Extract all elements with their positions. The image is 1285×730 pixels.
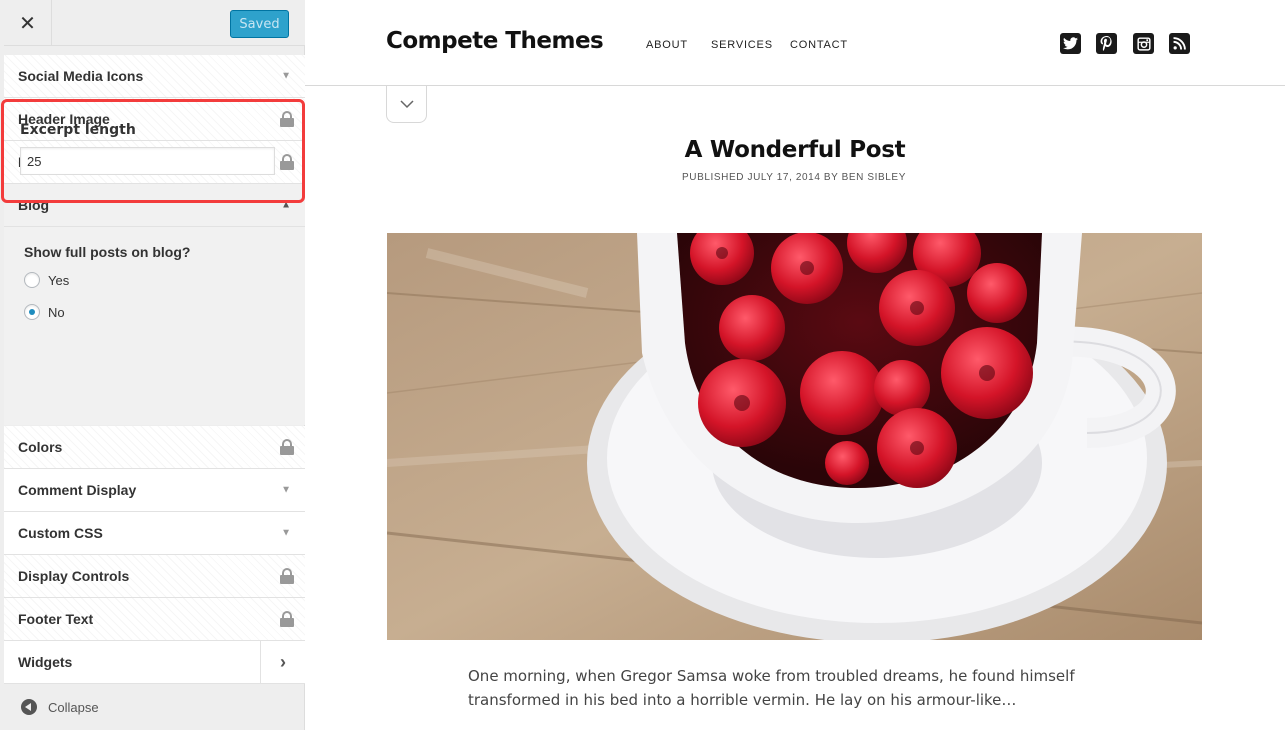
lock-icon: [280, 611, 294, 627]
section-social-media-icons[interactable]: Social Media Icons ▼: [4, 55, 305, 98]
full-posts-question: Show full posts on blog?: [24, 244, 191, 260]
chevron-right-icon[interactable]: ›: [260, 641, 305, 683]
radio-no-label: No: [48, 304, 65, 320]
section-widgets[interactable]: Widgets ›: [4, 641, 305, 684]
rss-icon[interactable]: [1169, 33, 1190, 54]
customizer-sidebar: ✕ Saved Social Media Icons ▼ Header Imag…: [0, 0, 305, 730]
close-icon: ✕: [19, 11, 36, 35]
chevron-down-icon: [399, 99, 414, 108]
nav-about[interactable]: ABOUT: [646, 39, 688, 51]
section-label: Custom CSS: [18, 525, 103, 541]
section-custom-css[interactable]: Custom CSS ▼: [4, 512, 305, 555]
section-label: Widgets: [18, 654, 73, 670]
section-label: Display Controls: [18, 568, 130, 584]
site-header: Compete Themes ABOUT SERVICES CONTACT: [305, 0, 1285, 86]
section-label: Social Media Icons: [18, 68, 144, 84]
pinterest-icon[interactable]: [1096, 33, 1117, 54]
sidebar-header: ✕ Saved: [4, 0, 305, 46]
post-meta: PUBLISHED JULY 17, 2014 BY BEN SIBLEY: [682, 172, 906, 183]
site-title[interactable]: Compete Themes: [386, 28, 604, 54]
radio-yes[interactable]: Yes: [24, 272, 69, 288]
caret-down-icon: ▼: [281, 527, 291, 539]
radio-button[interactable]: [24, 272, 40, 288]
section-comment-display[interactable]: Comment Display ▼: [4, 469, 305, 512]
collapse-button[interactable]: Collapse: [4, 684, 305, 730]
section-label: Colors: [18, 439, 63, 455]
close-button[interactable]: ✕: [4, 0, 52, 46]
nav-contact[interactable]: CONTACT: [790, 39, 848, 51]
post-title[interactable]: A Wonderful Post: [305, 137, 1285, 163]
excerpt-length-input[interactable]: [20, 147, 275, 175]
blog-settings-panel: Show full posts on blog? Yes No: [4, 227, 305, 425]
radio-no[interactable]: No: [24, 304, 65, 320]
section-footer-text[interactable]: Footer Text: [4, 598, 305, 641]
lock-icon: [280, 439, 294, 455]
saved-button[interactable]: Saved: [230, 10, 289, 38]
site-preview: Compete Themes ABOUT SERVICES CONTACT A …: [305, 0, 1285, 730]
post-excerpt: One morning, when Gregor Samsa woke from…: [468, 667, 1075, 709]
section-display-controls[interactable]: Display Controls: [4, 555, 305, 598]
twitter-icon[interactable]: [1060, 33, 1081, 54]
collapse-icon: [21, 699, 37, 715]
excerpt-length-label: Excerpt length: [20, 122, 136, 138]
nav-services[interactable]: SERVICES: [711, 39, 773, 51]
featured-image[interactable]: [387, 233, 1202, 640]
radio-button-checked[interactable]: [24, 304, 40, 320]
instagram-icon[interactable]: [1133, 33, 1154, 54]
caret-down-icon: ▼: [281, 484, 291, 496]
lock-icon: [280, 568, 294, 584]
radio-yes-label: Yes: [48, 272, 70, 288]
menu-toggle-button[interactable]: [386, 86, 427, 123]
section-label: Comment Display: [18, 482, 137, 498]
section-label: Footer Text: [18, 611, 94, 627]
collapse-label: Collapse: [48, 699, 99, 715]
caret-down-icon: ▼: [281, 70, 291, 82]
section-colors[interactable]: Colors: [4, 426, 305, 469]
